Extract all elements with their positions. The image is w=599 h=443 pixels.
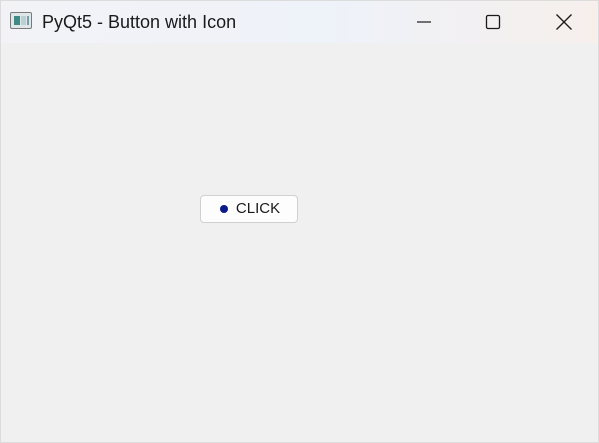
minimize-icon [417, 21, 431, 23]
app-window-icon[interactable] [10, 12, 32, 29]
title-bar[interactable]: PyQt5 - Button with Icon [1, 1, 598, 43]
app-icon-pane [14, 16, 20, 25]
click-button-label: CLICK [235, 200, 281, 217]
close-button[interactable] [541, 1, 587, 43]
window-content: CLICK [1, 43, 598, 442]
click-button[interactable]: CLICK [200, 195, 298, 223]
application-window: PyQt5 - Button with Icon CLICK [0, 0, 599, 443]
app-icon-pane [27, 16, 29, 25]
maximize-button[interactable] [470, 1, 516, 43]
minimize-button[interactable] [401, 1, 447, 43]
maximize-icon [485, 14, 501, 30]
app-icon-pane [21, 16, 26, 25]
close-icon [556, 14, 572, 30]
dot-icon [219, 205, 228, 213]
window-title: PyQt5 - Button with Icon [42, 12, 237, 32]
